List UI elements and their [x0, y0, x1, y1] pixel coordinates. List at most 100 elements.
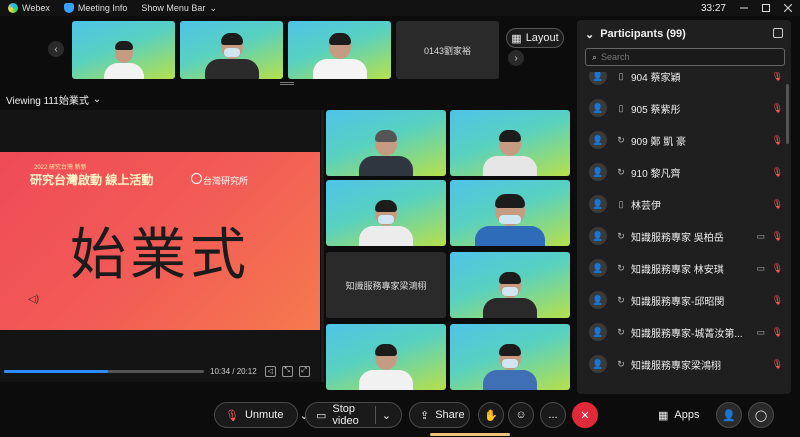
webex-logo-icon [8, 3, 18, 13]
fit-icon[interactable]: ⤡ [281, 365, 293, 377]
participant-name: 知識服務專家 林安琪 [631, 264, 724, 276]
apps-icon: ▦ [658, 409, 669, 422]
avatar: 👤 [589, 291, 607, 309]
filmstrip-prev-button[interactable]: ‹ [48, 41, 64, 57]
participant-name: 905 蔡紫彤 [631, 104, 681, 116]
show-menu-bar-button[interactable]: Show Menu Bar ⌄ [141, 3, 217, 14]
more-options-button[interactable]: ... [540, 402, 566, 428]
participant-name: 904 蔡家穎 [631, 72, 681, 84]
viewing-selector[interactable]: Viewing 111始業式 ⌄ [6, 92, 101, 107]
participant-row[interactable]: 👤 ↻ 知識服務專家-城菁汝第... ▭ 🎙 [577, 316, 791, 348]
volume-icon[interactable]: ◁ [264, 365, 276, 377]
avatar: 👤 [589, 323, 607, 341]
participants-header[interactable]: ⌄ Participants (99) [577, 20, 791, 48]
participant-row[interactable]: 👤 ↻ 知識服務專家 吳柏岳 ▭ 🎙 [577, 220, 791, 252]
participant-name: 知識服務專家梁鴻栩 [631, 360, 721, 372]
fullscreen-icon[interactable]: ⤢ [298, 365, 310, 377]
share-label: Share [435, 409, 465, 421]
chevron-left-icon: ‹ [54, 43, 58, 55]
participant-row[interactable]: 👤 ▯ 林芸伊 🎙 [577, 188, 791, 220]
phone-icon: ▯ [618, 72, 624, 81]
avatar: 👤 [589, 227, 607, 245]
video-tile[interactable] [326, 324, 446, 390]
participant-scrollbar[interactable] [786, 84, 789, 144]
participant-row[interactable]: 👤 ↻ 知識服務專家-邱昭閔 🎙 [577, 284, 791, 316]
avatar: 👤 [589, 99, 607, 117]
filmstrip-video-tile[interactable] [288, 21, 391, 79]
filmstrip-video-tile[interactable] [180, 21, 283, 79]
mic-off-icon: 🎙 [225, 409, 239, 422]
avatar: 👤 [589, 72, 607, 85]
mic-off-icon: 🎙 [771, 134, 783, 145]
mic-off-icon: 🎙 [771, 326, 783, 337]
video-tile[interactable] [450, 110, 570, 176]
camera-icon: ▭ [756, 326, 765, 337]
participants-toggle-icon[interactable]: 👤 [716, 402, 742, 428]
unmute-button[interactable]: 🎙 Unmute ⌄ [214, 402, 309, 428]
sync-icon: ↻ [617, 326, 625, 337]
pane-splitter[interactable] [321, 110, 324, 382]
institute-seal-icon [191, 173, 202, 184]
search-input[interactable] [601, 52, 752, 62]
name-tile[interactable]: 知識服務專家梁鴻栩 [326, 252, 446, 318]
filmstrip-name-tile[interactable]: 0143劉家裕 [396, 21, 499, 79]
filmstrip-video-tile[interactable] [72, 21, 175, 79]
video-tile[interactable] [450, 180, 570, 246]
video-icon: ▭ [316, 409, 327, 422]
show-menu-bar-label: Show Menu Bar [141, 3, 206, 13]
sync-icon: ↻ [617, 262, 625, 273]
participant-row[interactable]: 👤 ↻ 知識服務專家梁鴻栩 🎙 [577, 348, 791, 380]
popout-icon[interactable] [773, 28, 783, 38]
filmstrip-resize-handle[interactable] [280, 82, 294, 85]
video-tile[interactable] [450, 252, 570, 318]
mic-off-icon: 🎙 [771, 198, 783, 209]
participant-row[interactable]: 👤 ▯ 905 蔡紫彤 🎙 [577, 92, 791, 124]
participant-row[interactable]: 👤 ▯ 904 蔡家穎 🎙 [577, 72, 791, 92]
chevron-down-icon: ⌄ [209, 2, 217, 13]
participants-title: Participants (99) [600, 28, 686, 40]
participant-name: 知識服務專家 吳柏岳 [631, 232, 724, 244]
participant-row[interactable]: 👤 ↻ 910 黎凡齊 🎙 [577, 156, 791, 188]
unmute-label: Unmute [244, 409, 284, 421]
filmstrip: ‹ 0143劉家裕 ▦ Layout › [0, 16, 576, 86]
mic-off-icon: 🎙 [771, 72, 783, 81]
mic-off-icon: 🎙 [771, 230, 783, 241]
reactions-icon[interactable]: ☺ [508, 402, 534, 428]
video-tile[interactable] [326, 110, 446, 176]
participant-search[interactable]: ⌕ [585, 48, 785, 66]
participant-row[interactable]: 👤 ↻ 909 鄭 凱 豪 🎙 [577, 124, 791, 156]
maximize-icon[interactable] [762, 4, 770, 12]
layout-icon: ▦ [511, 32, 522, 45]
participant-row[interactable]: 👤 ↻ 知識服務專家 林安琪 ▭ 🎙 [577, 252, 791, 284]
filmstrip-next-button[interactable]: › [508, 50, 524, 66]
minimize-icon[interactable] [740, 4, 748, 12]
video-tile[interactable] [450, 324, 570, 390]
share-button[interactable]: ⇪ Share [409, 402, 470, 428]
video-tile[interactable] [326, 180, 446, 246]
viewing-label: Viewing 111始業式 [6, 96, 89, 107]
raise-hand-icon[interactable]: ✋ [478, 402, 504, 428]
participant-video [204, 33, 259, 79]
sync-icon: ↻ [617, 358, 625, 369]
meeting-info-button[interactable]: Meeting Info [63, 3, 127, 13]
participant-name: 910 黎凡齊 [631, 168, 681, 180]
layout-label: Layout [525, 32, 559, 44]
layout-button[interactable]: ▦ Layout [506, 28, 564, 48]
phone-icon: ▯ [618, 102, 624, 113]
shared-content-area: 2022 研究台灣 新新 研究台灣啟動 線上活動 台灣研究所 始業式 ◁) 10… [0, 110, 320, 382]
sync-icon: ↻ [617, 294, 625, 305]
window-accent-line [430, 433, 510, 436]
media-time: 10:34 / 20:12 [210, 366, 257, 376]
stop-video-button[interactable]: ▭ Stop video ⌄ [305, 402, 402, 428]
chevron-right-icon: › [514, 52, 518, 64]
slide-main-title: 始業式 [70, 223, 250, 288]
app-name: Webex [22, 3, 50, 13]
close-icon[interactable] [784, 4, 792, 12]
leave-meeting-button[interactable]: ✕ [572, 402, 598, 428]
participant-name: 林芸伊 [631, 200, 661, 212]
video-grid: 知識服務專家梁鴻栩 [326, 110, 572, 390]
apps-button[interactable]: ▦ Apps [648, 402, 709, 428]
webex-menu[interactable]: Webex [8, 3, 50, 13]
media-progress-track[interactable] [4, 369, 204, 373]
chat-icon[interactable]: ◯ [748, 402, 774, 428]
